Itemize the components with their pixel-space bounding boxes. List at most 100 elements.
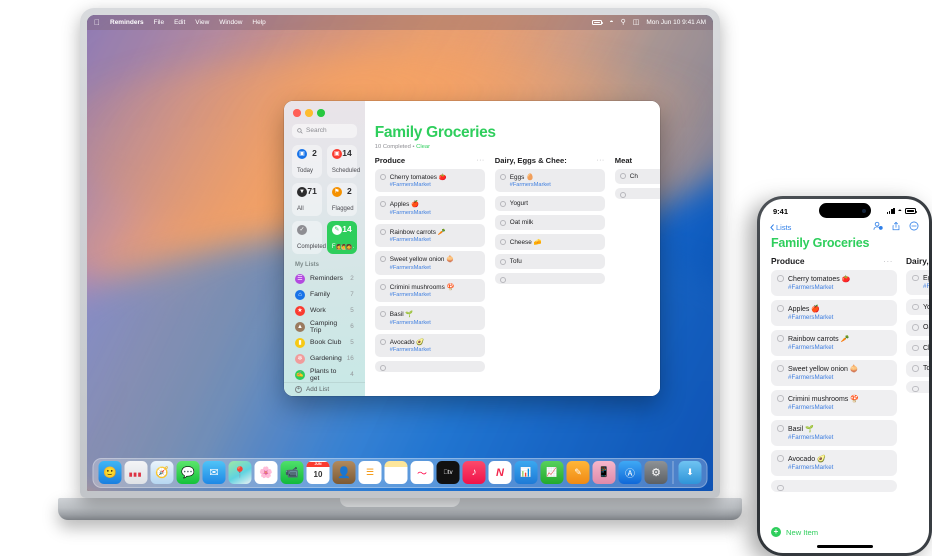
reminder-card[interactable]: Egg #Fa [906, 270, 929, 295]
complete-checkbox[interactable] [499, 173, 506, 180]
complete-checkbox[interactable] [379, 283, 386, 290]
complete-checkbox[interactable] [777, 275, 784, 282]
reminder-card[interactable]: Basil 🌱 #FarmersMarket [374, 306, 485, 330]
reminder-card[interactable]: Tof [906, 360, 929, 377]
complete-checkbox[interactable] [777, 335, 784, 342]
dock-item-maps[interactable]: 📍 [228, 461, 252, 484]
clear-button[interactable]: Clear [416, 144, 430, 150]
reminder-tag[interactable]: #FarmersMarket [390, 320, 480, 326]
reminder-tag[interactable]: #FarmersMarket [390, 210, 480, 216]
new-item-button[interactable]: + New Item [771, 527, 818, 537]
add-list-button[interactable]: + Add List [284, 382, 365, 396]
complete-checkbox[interactable] [619, 173, 626, 180]
reminder-card[interactable]: Crimini mushrooms 🍄 #FarmersMarket [374, 278, 485, 303]
minimize-button[interactable] [305, 109, 313, 117]
complete-checkbox[interactable] [912, 303, 919, 311]
complete-checkbox[interactable] [777, 425, 784, 432]
close-button[interactable] [293, 109, 301, 117]
column-more-icon[interactable]: ··· [883, 257, 893, 266]
search-input[interactable]: Search [292, 123, 357, 138]
column-more-icon[interactable]: ··· [596, 157, 605, 164]
complete-checkbox[interactable] [777, 484, 784, 491]
reminder-card[interactable]: Oat [906, 319, 929, 336]
reminder-tag[interactable]: #FarmersMarket [390, 265, 480, 271]
zoom-button[interactable] [317, 109, 325, 117]
menu-item-reminders[interactable]: Reminders [110, 19, 144, 26]
sidebar-item-gardening[interactable]: ❄ Gardening 16 [291, 351, 358, 367]
dock-item-pages[interactable]: ✎ [566, 461, 590, 484]
dock-item-numbers[interactable]: 📈 [540, 461, 564, 484]
add-person-icon[interactable] [873, 218, 883, 236]
column-more-icon[interactable]: ··· [476, 157, 485, 164]
reminder-card[interactable]: Avocado 🥑 #FarmersMarket [771, 450, 897, 476]
complete-checkbox[interactable] [777, 305, 784, 312]
reminder-tag[interactable]: #FarmersMarket [788, 434, 891, 441]
dock-item-finder[interactable]: 🙂 [98, 461, 122, 484]
reminder-tag[interactable]: #FarmersMarket [788, 344, 891, 351]
reminder-tag[interactable]: #FarmersMarket [390, 347, 480, 353]
reminder-tag[interactable]: #FarmersMarket [788, 374, 891, 381]
sidebar-item-family[interactable]: ⌂ Family 7 [291, 287, 358, 303]
reminder-tag[interactable]: #FarmersMarket [788, 284, 891, 291]
reminder-tag[interactable]: #FarmersMarket [510, 182, 600, 188]
complete-checkbox[interactable] [912, 365, 919, 372]
dock-item-notes[interactable] [384, 461, 408, 484]
reminder-card[interactable]: Rainbow carrots 🥕 #FarmersMarket [771, 330, 897, 356]
menu-item-help[interactable]: Help [252, 19, 265, 26]
control-center-icon[interactable]: ◫ [633, 19, 640, 26]
dock-item-launchpad[interactable]: ▖▖▖ [124, 461, 148, 484]
smart-list-all[interactable]: ▼ 71 All [292, 182, 322, 216]
complete-checkbox[interactable] [912, 274, 919, 282]
complete-checkbox[interactable] [499, 239, 506, 246]
reminder-tag[interactable]: #Fa [923, 283, 929, 290]
complete-checkbox[interactable] [379, 256, 386, 263]
complete-checkbox[interactable] [379, 201, 386, 208]
menu-bar-clock[interactable]: Mon Jun 10 9:41 AM [646, 19, 706, 26]
menu-item-view[interactable]: View [195, 19, 209, 26]
reminder-tag[interactable]: #FarmersMarket [390, 237, 480, 243]
smart-list-family-groceries[interactable]: ✎ 14 Family... 👩 👨 🧑 [326, 220, 357, 254]
reminder-tag[interactable]: #FarmersMarket [788, 464, 891, 471]
complete-checkbox[interactable] [912, 344, 919, 352]
reminder-card[interactable]: Cherry tomatoes 🍅 #FarmersMarket [374, 168, 485, 193]
dock-item-appletv[interactable]: tv [436, 461, 460, 484]
complete-checkbox[interactable] [912, 385, 919, 392]
dock-item-reminders[interactable]: ☰ [358, 461, 382, 484]
dock-item-iphone-mirroring[interactable]: 📱 [592, 461, 616, 484]
reminder-card[interactable]: Ch [614, 168, 660, 184]
reminder-tag[interactable]: #FarmersMarket [390, 182, 480, 188]
complete-checkbox[interactable] [499, 200, 506, 207]
reminder-card[interactable]: Sweet yellow onion 🧅 #FarmersMarket [771, 360, 897, 386]
reminder-card[interactable]: Basil 🌱 #FarmersMarket [771, 420, 897, 446]
complete-checkbox[interactable] [777, 365, 784, 372]
complete-checkbox[interactable] [499, 258, 506, 265]
dock-item-app-store[interactable]: Ⓐ [618, 461, 642, 484]
new-reminder-placeholder[interactable] [374, 361, 485, 373]
complete-checkbox[interactable] [379, 173, 386, 180]
reminder-card[interactable]: Cherry tomatoes 🍅 #FarmersMarket [771, 270, 897, 296]
reminder-card[interactable]: Tofu [494, 254, 605, 270]
complete-checkbox[interactable] [499, 219, 506, 226]
dock-item-news[interactable]: N [488, 461, 512, 484]
sidebar-item-camping-trip[interactable]: ▲ Camping Trip 6 [291, 319, 358, 335]
sidebar-item-work[interactable]: ★ Work 5 [291, 303, 358, 319]
reminder-card[interactable]: Sweet yellow onion 🧅 #FarmersMarket [374, 251, 485, 275]
dock-item-mail[interactable]: ✉ [202, 461, 226, 484]
smart-list-flagged[interactable]: ⚑ 2 Flagged [326, 182, 357, 216]
search-icon[interactable]: ⚲ [621, 19, 626, 26]
smart-list-completed[interactable]: ✓ Completed [292, 220, 326, 254]
complete-checkbox[interactable] [379, 311, 386, 318]
dock-item-safari[interactable]: 🧭 [150, 461, 174, 484]
dock-item-calendar[interactable]: JUN 10 [306, 461, 330, 484]
reminder-card[interactable]: Oat milk [494, 215, 605, 231]
new-reminder-placeholder[interactable] [614, 187, 660, 199]
dock-item-music[interactable]: ♪ [462, 461, 486, 484]
menu-item-edit[interactable]: Edit [174, 19, 185, 26]
menu-item-file[interactable]: File [154, 19, 164, 26]
reminder-card[interactable]: Yogurt [494, 196, 605, 212]
more-options-icon[interactable] [909, 218, 919, 236]
dock-item-messages[interactable]: 💬 [176, 461, 200, 484]
dock-item-contacts[interactable]: 👤 [332, 461, 356, 484]
complete-checkbox[interactable] [619, 191, 626, 198]
complete-checkbox[interactable] [379, 228, 386, 235]
